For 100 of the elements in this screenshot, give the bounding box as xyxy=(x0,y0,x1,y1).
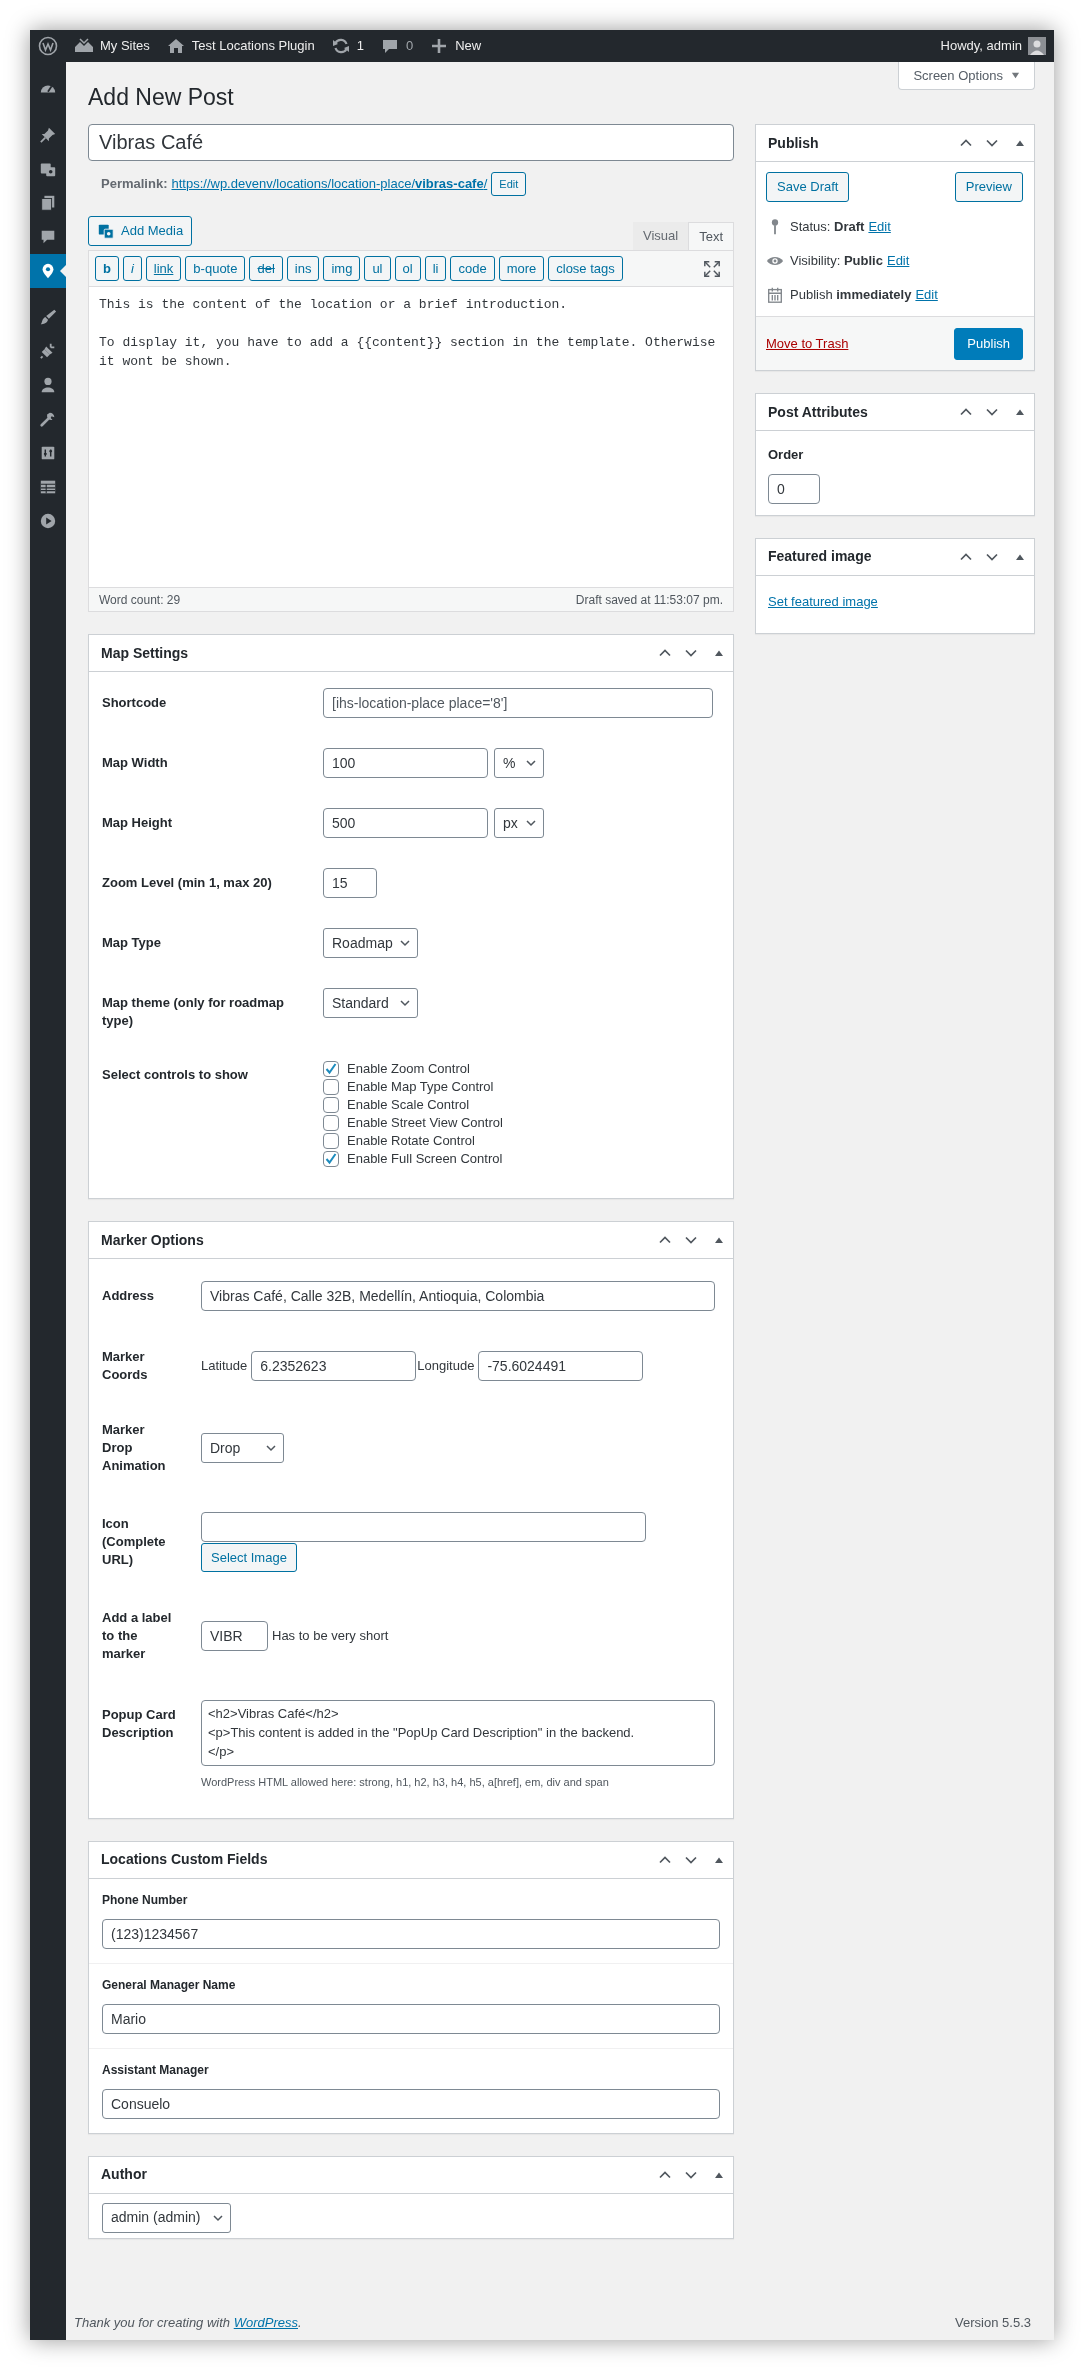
caret-icon xyxy=(525,817,537,829)
field-label: Shortcode xyxy=(102,694,168,712)
menu-item[interactable] xyxy=(30,254,66,288)
format-button[interactable]: b-quote xyxy=(185,256,246,281)
logo-icon[interactable] xyxy=(38,36,58,56)
checkbox-label[interactable]: Enable Map Type Control xyxy=(347,1077,494,1097)
play-icon[interactable] xyxy=(39,512,57,530)
checkbox[interactable] xyxy=(323,1061,339,1077)
status-text: Publish immediately xyxy=(790,286,912,305)
box-title: Publish xyxy=(768,133,819,153)
edit-link[interactable]: Edit xyxy=(886,251,910,271)
person-icon[interactable] xyxy=(39,376,57,394)
edit-link[interactable]: Edit xyxy=(915,285,938,305)
checkbox-label[interactable]: Enable Scale Control xyxy=(347,1095,470,1115)
select-dropdown[interactable]: Standard xyxy=(323,988,418,1018)
publish-button[interactable]: Publish xyxy=(954,328,1023,360)
unit-select[interactable]: % xyxy=(494,748,544,778)
field-label: Marker Coords xyxy=(102,1348,149,1384)
shortcode-field[interactable]: [ihs-location-place place='8'] xyxy=(323,688,713,718)
preview-button[interactable]: Preview xyxy=(954,172,1023,202)
url-field[interactable] xyxy=(201,1512,646,1542)
wordpress-link[interactable]: WordPress xyxy=(233,2314,298,2330)
status-text: Status: Draft xyxy=(790,218,865,237)
status-text: Visibility: Public xyxy=(790,252,883,271)
fullscreen-icon[interactable] xyxy=(703,259,721,278)
format-button[interactable]: ol xyxy=(394,256,421,281)
pages-icon[interactable] xyxy=(39,194,57,212)
input-field[interactable]: -75.6024491 xyxy=(478,1351,644,1381)
screen-options-tab[interactable]: Screen Options xyxy=(898,62,1035,90)
sliders-icon[interactable] xyxy=(39,444,57,462)
pushpin-icon[interactable] xyxy=(39,126,57,144)
author-select[interactable]: admin (admin) xyxy=(102,2202,231,2233)
input-field[interactable]: (123)1234567 xyxy=(102,1918,720,1949)
editor-tab[interactable]: Visual xyxy=(632,222,689,250)
admin-bar-link[interactable]: 0 xyxy=(405,36,414,56)
format-button[interactable]: i xyxy=(122,256,142,281)
input-field[interactable]: 500 xyxy=(323,808,488,838)
table-icon[interactable] xyxy=(39,478,57,496)
wrench-icon[interactable] xyxy=(39,410,57,428)
format-button[interactable]: ul xyxy=(364,256,391,281)
coordinate-label: Longitude xyxy=(417,1357,475,1376)
trash-link[interactable]: Move to Trash xyxy=(766,334,849,354)
textarea-field[interactable]: <h2>Vibras Café</h2> <p>This content is added in the "PopUp Card Description" in the backend. </p> xyxy=(201,1700,715,1766)
field-label: Map Height xyxy=(102,814,174,832)
checkbox-label[interactable]: Enable Street View Control xyxy=(347,1113,503,1133)
select-image-button[interactable]: Select Image xyxy=(201,1543,297,1572)
input-field[interactable]: 6.2352623 xyxy=(251,1351,417,1381)
box-title: Locations Custom Fields xyxy=(101,1850,268,1869)
field-label: General Manager Name xyxy=(102,1976,237,1994)
word-count: Word count: 29 xyxy=(99,591,181,609)
admin-bar-link[interactable]: New xyxy=(455,36,482,56)
checkbox[interactable] xyxy=(323,1151,339,1167)
autosave-status: Draft saved at 11:53:07 pm. xyxy=(575,591,723,609)
format-button[interactable]: ins xyxy=(286,256,320,281)
permalink-link[interactable]: https://wp.devenv/locations/location-place/vibras-cafe/ xyxy=(171,174,488,194)
format-button[interactable]: b xyxy=(95,256,119,281)
checkbox[interactable] xyxy=(323,1079,339,1095)
input-field[interactable]: Mario xyxy=(102,2003,720,2034)
admin-bar-link[interactable]: My Sites xyxy=(100,36,150,56)
format-button[interactable]: code xyxy=(450,256,495,281)
format-button[interactable]: li xyxy=(424,256,447,281)
order-field[interactable]: 0 xyxy=(768,473,820,504)
format-button[interactable]: img xyxy=(323,256,361,281)
account-link[interactable]: Howdy, admin xyxy=(940,36,1022,56)
admin-bar-link[interactable]: Test Locations Plugin xyxy=(191,36,315,56)
checkbox[interactable] xyxy=(323,1097,339,1113)
input-field[interactable]: 100 xyxy=(323,748,488,778)
edit-link[interactable]: Edit xyxy=(868,217,891,237)
version-text: Version 5.5.3 xyxy=(955,2313,1031,2332)
text-editor[interactable]: This is the content of the location or a brief introduction. To display it, you have to add a {{content}} section in the template. Otherwise it wont be shown. xyxy=(89,287,733,587)
input-field[interactable]: 15 xyxy=(323,868,377,898)
checkbox-label[interactable]: Enable Rotate Control xyxy=(347,1131,475,1151)
format-button[interactable]: link xyxy=(145,256,182,281)
unit-select[interactable]: px xyxy=(494,808,544,838)
title-field[interactable]: Vibras Café xyxy=(88,124,734,161)
set-featured-image-link[interactable]: Set featured image xyxy=(768,593,878,609)
select-dropdown[interactable]: Roadmap xyxy=(323,928,418,958)
admin-bar-link[interactable]: 1 xyxy=(356,36,364,56)
add-media-button[interactable]: Add Media xyxy=(88,216,193,246)
checkbox[interactable] xyxy=(323,1133,339,1149)
format-button[interactable]: del xyxy=(249,256,283,281)
editor-tab[interactable]: Text xyxy=(688,222,734,250)
calendar-icon xyxy=(766,286,784,304)
checkbox-label[interactable]: Enable Zoom Control xyxy=(347,1059,470,1079)
checkbox[interactable] xyxy=(323,1115,339,1131)
checkbox-label[interactable]: Enable Full Screen Control xyxy=(347,1149,503,1169)
input-field[interactable]: VIBR xyxy=(201,1621,268,1651)
input-field[interactable]: Vibras Café, Calle 32B, Medellín, Antioquia, Colombia xyxy=(201,1281,715,1311)
input-field[interactable]: Consuelo xyxy=(102,2088,720,2119)
edit-button[interactable]: Edit xyxy=(491,172,527,196)
caret-icon xyxy=(399,997,411,1009)
page-title: Add New Post xyxy=(88,83,235,112)
format-button[interactable]: close tags xyxy=(548,256,623,281)
refresh-icon[interactable] xyxy=(330,36,351,56)
plug-icon[interactable] xyxy=(39,342,57,360)
save-draft-button[interactable]: Save Draft xyxy=(766,172,850,202)
format-button[interactable]: more xyxy=(498,256,545,281)
select-dropdown[interactable]: Drop xyxy=(201,1433,284,1463)
paintbrush-icon[interactable] xyxy=(39,308,57,326)
box-title: Map Settings xyxy=(101,643,189,663)
